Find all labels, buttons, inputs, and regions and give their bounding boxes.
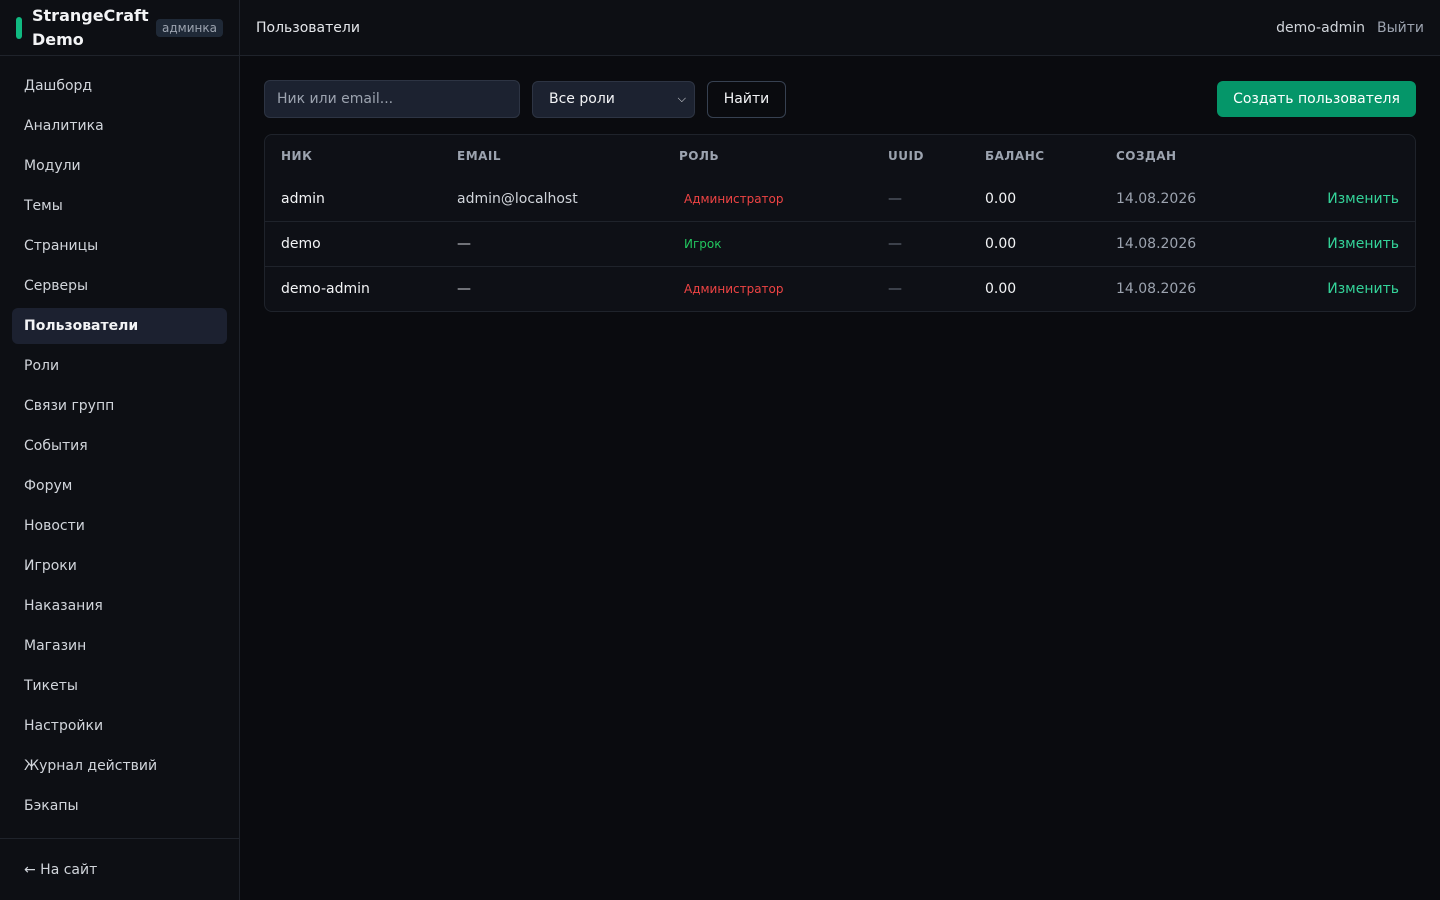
role-filter-value: Все роли (549, 91, 615, 107)
cell-nick: demo-admin (281, 281, 370, 297)
cell-created: 14.08.2026 (1116, 281, 1197, 297)
sidebar-item-themes[interactable]: Темы (12, 188, 227, 224)
users-table: НИК EMAIL РОЛЬ UUID БАЛАНС СОЗДАН admin … (264, 134, 1416, 312)
sidebar-item-tickets[interactable]: Тикеты (12, 668, 227, 704)
logout-link[interactable]: Выйти (1377, 20, 1424, 36)
sidebar-item-dashboard[interactable]: Дашборд (12, 68, 227, 104)
column-header-balance[interactable]: БАЛАНС (985, 149, 1116, 163)
role-badge: Администратор (684, 191, 784, 206)
column-header-email[interactable]: EMAIL (457, 149, 679, 163)
sidebar-item-backups[interactable]: Бэкапы (12, 788, 227, 824)
edit-user-link[interactable]: Изменить (1327, 236, 1399, 252)
sidebar-item-pages[interactable]: Страницы (12, 228, 227, 264)
find-button[interactable]: Найти (707, 80, 786, 118)
brand-name: StrangeCraft Demo (32, 5, 149, 49)
sidebar-item-events[interactable]: События (12, 428, 227, 464)
sidebar-item-players[interactable]: Игроки (12, 548, 227, 584)
sidebar: StrangeCraft Demo админка Дашборд Аналит… (0, 0, 240, 900)
create-user-button[interactable]: Создать пользователя (1217, 81, 1416, 117)
sidebar-item-servers[interactable]: Серверы (12, 268, 227, 304)
cell-actions: Изменить (1266, 191, 1399, 207)
cell-role: Администратор (679, 281, 888, 297)
column-header-role[interactable]: РОЛЬ (679, 149, 888, 163)
cell-created: 14.08.2026 (1116, 190, 1197, 207)
sidebar-item-shop[interactable]: Магазин (12, 628, 227, 664)
cell-nick: demo (281, 236, 321, 252)
cell-balance: 0.00 (985, 236, 1017, 252)
column-header-created[interactable]: СОЗДАН (1116, 149, 1266, 163)
sidebar-item-roles[interactable]: Роли (12, 348, 227, 384)
table-row: admin admin@localhost Администратор — 0.… (265, 176, 1415, 221)
search-input[interactable] (264, 80, 520, 118)
page-title: Пользователи (256, 19, 360, 36)
role-badge: Администратор (684, 282, 784, 296)
admin-badge: админка (156, 18, 223, 37)
topbar: Пользователи demo-admin Выйти (240, 0, 1440, 56)
back-to-site-link[interactable]: ← На сайт (0, 838, 239, 900)
table-header-row: НИК EMAIL РОЛЬ UUID БАЛАНС СОЗДАН (265, 135, 1415, 176)
brand[interactable]: StrangeCraft Demo админка (0, 0, 239, 56)
cell-actions: Изменить (1266, 236, 1399, 252)
cell-role: Администратор (679, 191, 888, 207)
role-badge: Игрок (684, 237, 722, 251)
cell-email: — (457, 236, 471, 252)
main-content: Все роли ⌵ Найти Создать пользователя НИ… (264, 80, 1416, 312)
edit-user-link[interactable]: Изменить (1327, 191, 1399, 207)
current-user: demo-admin (1276, 19, 1365, 36)
users-toolbar: Все роли ⌵ Найти Создать пользователя (264, 80, 1416, 118)
sidebar-item-analytics[interactable]: Аналитика (12, 108, 227, 144)
sidebar-item-group-links[interactable]: Связи групп (12, 388, 227, 424)
cell-actions: Изменить (1266, 281, 1399, 297)
cell-created: 14.08.2026 (1116, 236, 1197, 252)
sidebar-item-forum[interactable]: Форум (12, 468, 227, 504)
table-row: demo-admin — Администратор — 0.00 14.08.… (265, 266, 1415, 311)
cell-uuid: — (888, 281, 902, 297)
role-filter-select[interactable]: Все роли ⌵ (532, 80, 695, 118)
chevron-down-icon: ⌵ (677, 92, 686, 105)
sidebar-item-audit-log[interactable]: Журнал действий (12, 748, 227, 784)
edit-user-link[interactable]: Изменить (1327, 281, 1399, 297)
cell-nick: admin (281, 190, 325, 207)
cell-email: admin@localhost (457, 190, 578, 207)
brand-accent-bar (16, 16, 22, 39)
sidebar-item-users[interactable]: Пользователи (12, 308, 227, 344)
sidebar-item-punishments[interactable]: Наказания (12, 588, 227, 624)
sidebar-item-news[interactable]: Новости (12, 508, 227, 544)
sidebar-nav: Дашборд Аналитика Модули Темы Страницы С… (0, 56, 239, 824)
cell-uuid: — (888, 190, 902, 207)
sidebar-item-settings[interactable]: Настройки (12, 708, 227, 744)
cell-uuid: — (888, 236, 902, 252)
cell-balance: 0.00 (985, 190, 1017, 207)
table-row: demo — Игрок — 0.00 14.08.2026 Изменить (265, 221, 1415, 266)
sidebar-item-modules[interactable]: Модули (12, 148, 227, 184)
column-header-uuid[interactable]: UUID (888, 149, 985, 163)
cell-role: Игрок (679, 236, 888, 252)
cell-email: — (457, 281, 471, 297)
cell-balance: 0.00 (985, 281, 1017, 297)
column-header-nick[interactable]: НИК (281, 149, 457, 163)
